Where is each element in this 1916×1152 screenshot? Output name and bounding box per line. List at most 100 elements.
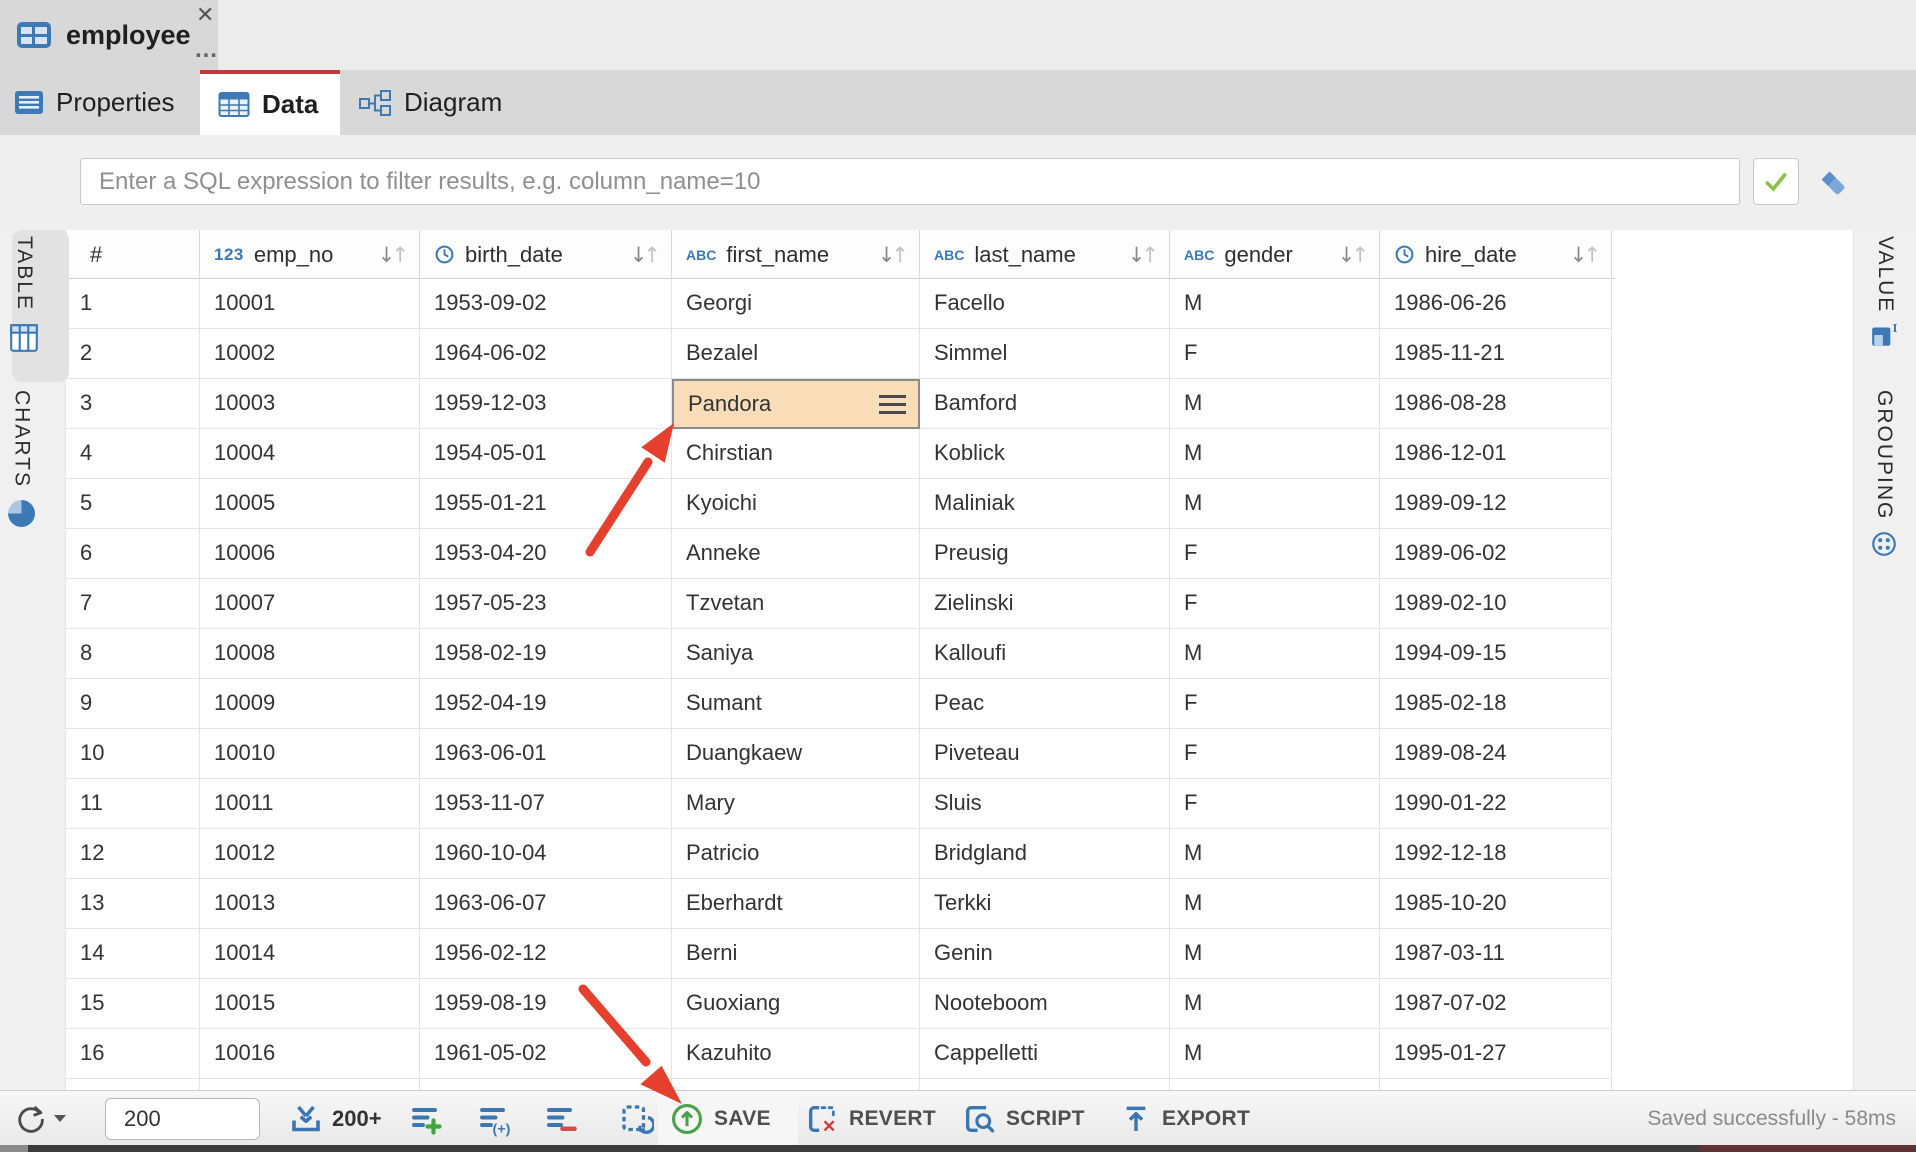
grid-cell[interactable]: 10015	[200, 979, 420, 1029]
grid-cell[interactable]: 10002	[200, 329, 420, 379]
grid-cell[interactable]: Duangkaew	[672, 729, 920, 779]
grid-cell[interactable]: 1959-08-19	[420, 979, 672, 1029]
column-header-gender[interactable]: ABCgender↓↑	[1170, 230, 1380, 279]
sort-icon[interactable]: ↓↑	[1128, 243, 1159, 267]
sort-icon[interactable]: ↓↑	[1338, 243, 1369, 267]
grid-cell[interactable]: M	[1170, 1029, 1380, 1079]
grid-cell[interactable]: 1955-01-21	[420, 479, 672, 529]
grid-cell[interactable]: Saniya	[672, 629, 920, 679]
grid-cell[interactable]: M	[1170, 879, 1380, 929]
panel-tab-value[interactable]: VALUE I	[1870, 236, 1900, 349]
grid-cell[interactable]: 10016	[200, 1029, 420, 1079]
row-number-cell[interactable]: 9	[65, 679, 200, 729]
grid-cell[interactable]: 1986-06-26	[1380, 279, 1612, 329]
grid-cell[interactable]: F	[1170, 779, 1380, 829]
tab-employee[interactable]: employee	[0, 0, 218, 70]
grid-cell[interactable]: 10001	[200, 279, 420, 329]
grid-cell[interactable]: 10012	[200, 829, 420, 879]
grid-cell[interactable]: 1989-02-10	[1380, 579, 1612, 629]
grid-cell[interactable]: M	[1170, 629, 1380, 679]
apply-filter-button[interactable]	[1753, 158, 1799, 205]
grid-cell[interactable]: Cappelletti	[920, 1029, 1170, 1079]
column-header-first_name[interactable]: ABCfirst_name↓↑	[672, 230, 920, 279]
close-icon[interactable]: ✕	[196, 4, 214, 26]
grid-cell[interactable]: 1953-09-02	[420, 279, 672, 329]
grid-cell[interactable]: 1957-05-23	[420, 579, 672, 629]
tab-properties[interactable]: Properties	[0, 70, 200, 135]
cell-menu-icon[interactable]	[879, 395, 906, 414]
grid-cell[interactable]: Anneke	[672, 529, 920, 579]
grid-cell[interactable]: M	[1170, 479, 1380, 529]
export-button[interactable]: EXPORT	[1120, 1091, 1250, 1146]
grid-cell[interactable]: M	[1170, 829, 1380, 879]
grid-cell[interactable]: 10006	[200, 529, 420, 579]
grid-cell[interactable]: 1989-08-24	[1380, 729, 1612, 779]
grid-cell[interactable]: Sumant	[672, 679, 920, 729]
revert-button[interactable]: ✕ REVERT	[805, 1091, 936, 1146]
grid-cell[interactable]: 1956-02-12	[420, 929, 672, 979]
grid-cell[interactable]: 1963-06-01	[420, 729, 672, 779]
tab-data[interactable]: Data	[200, 70, 340, 135]
sort-icon[interactable]: ↓↑	[1570, 243, 1601, 267]
grid-cell[interactable]: Kalloufi	[920, 629, 1170, 679]
column-header-rownum[interactable]: #	[65, 230, 200, 279]
grid-cell[interactable]: 1990-01-22	[1380, 779, 1612, 829]
grid-cell[interactable]: Berni	[672, 929, 920, 979]
column-header-last_name[interactable]: ABClast_name↓↑	[920, 230, 1170, 279]
grid-cell[interactable]: 10008	[200, 629, 420, 679]
row-number-cell[interactable]: 13	[65, 879, 200, 929]
grid-cell[interactable]: Pandora	[672, 379, 920, 429]
grid-cell[interactable]: 1952-04-19	[420, 679, 672, 729]
script-button[interactable]: SCRIPT	[962, 1091, 1085, 1146]
row-number-cell[interactable]: 2	[65, 329, 200, 379]
grid-cell[interactable]: 1989-09-12	[1380, 479, 1612, 529]
grid-cell[interactable]: Chirstian	[672, 429, 920, 479]
grid-cell[interactable]: 1963-06-07	[420, 879, 672, 929]
save-button[interactable]: SAVE	[670, 1091, 771, 1146]
grid-cell[interactable]: 10010	[200, 729, 420, 779]
grid-cell[interactable]: 1986-08-28	[1380, 379, 1612, 429]
grid-cell[interactable]: 1960-10-04	[420, 829, 672, 879]
duplicate-row-button[interactable]: (+)	[476, 1091, 512, 1146]
add-row-button[interactable]	[408, 1091, 444, 1146]
grid-cell[interactable]: M	[1170, 279, 1380, 329]
grid-cell[interactable]: 1987-03-11	[1380, 929, 1612, 979]
column-header-hire_date[interactable]: hire_date↓↑	[1380, 230, 1612, 279]
grid-cell[interactable]: 1961-05-02	[420, 1029, 672, 1079]
grid-cell[interactable]: Simmel	[920, 329, 1170, 379]
row-number-cell[interactable]: 7	[65, 579, 200, 629]
grid-cell[interactable]: Genin	[920, 929, 1170, 979]
grid-cell[interactable]: Sluis	[920, 779, 1170, 829]
grid-cell[interactable]: 10007	[200, 579, 420, 629]
grid-cell[interactable]: 1953-04-20	[420, 529, 672, 579]
grid-cell[interactable]: Kyoichi	[672, 479, 920, 529]
sort-icon[interactable]: ↓↑	[378, 243, 409, 267]
tab-menu-icon[interactable]: …	[194, 36, 219, 64]
column-header-emp_no[interactable]: 123emp_no↓↑	[200, 230, 420, 279]
grid-cell[interactable]: 1985-11-21	[1380, 329, 1612, 379]
grid-cell[interactable]: 10009	[200, 679, 420, 729]
edit-document-button[interactable]	[618, 1091, 654, 1146]
row-number-cell[interactable]: 3	[65, 379, 200, 429]
chevron-down-icon[interactable]	[54, 1115, 66, 1122]
grid-cell[interactable]: 10014	[200, 929, 420, 979]
grid-cell[interactable]: 1964-06-02	[420, 329, 672, 379]
grid-cell[interactable]: 1954-05-01	[420, 429, 672, 479]
grid-cell[interactable]: Eberhardt	[672, 879, 920, 929]
grid-cell[interactable]: M	[1170, 979, 1380, 1029]
row-number-cell[interactable]: 4	[65, 429, 200, 479]
grid-cell[interactable]: 1959-12-03	[420, 379, 672, 429]
grid-cell[interactable]: M	[1170, 429, 1380, 479]
sort-icon[interactable]: ↓↑	[878, 243, 909, 267]
grid-cell[interactable]: Kazuhito	[672, 1029, 920, 1079]
grid-cell[interactable]: 1995-01-27	[1380, 1029, 1612, 1079]
grid-cell[interactable]: F	[1170, 729, 1380, 779]
grid-cell[interactable]: Peac	[920, 679, 1170, 729]
grid-cell[interactable]: 1985-10-20	[1380, 879, 1612, 929]
row-number-cell[interactable]: 11	[65, 779, 200, 829]
row-number-cell[interactable]: 15	[65, 979, 200, 1029]
grid-cell[interactable]: Mary	[672, 779, 920, 829]
row-number-cell[interactable]: 5	[65, 479, 200, 529]
grid-cell[interactable]: 10013	[200, 879, 420, 929]
tab-diagram[interactable]: Diagram	[340, 70, 540, 135]
